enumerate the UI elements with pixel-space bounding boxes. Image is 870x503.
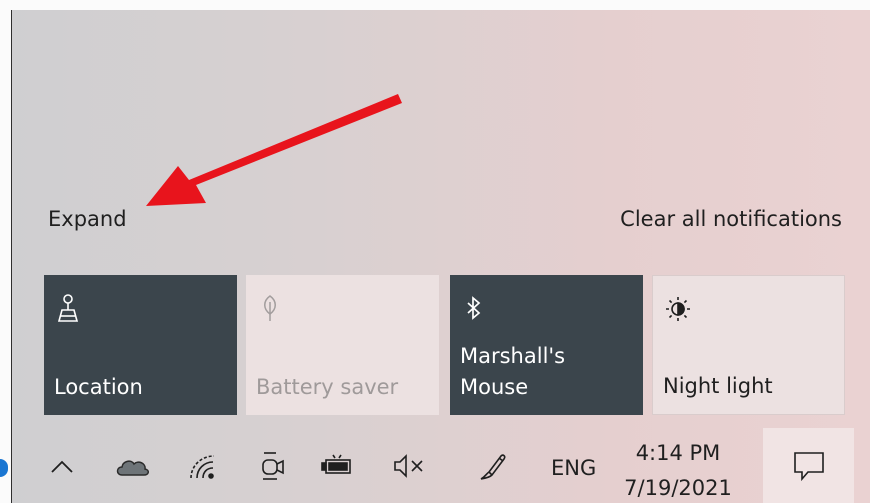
red-annotation-arrow <box>146 94 402 206</box>
